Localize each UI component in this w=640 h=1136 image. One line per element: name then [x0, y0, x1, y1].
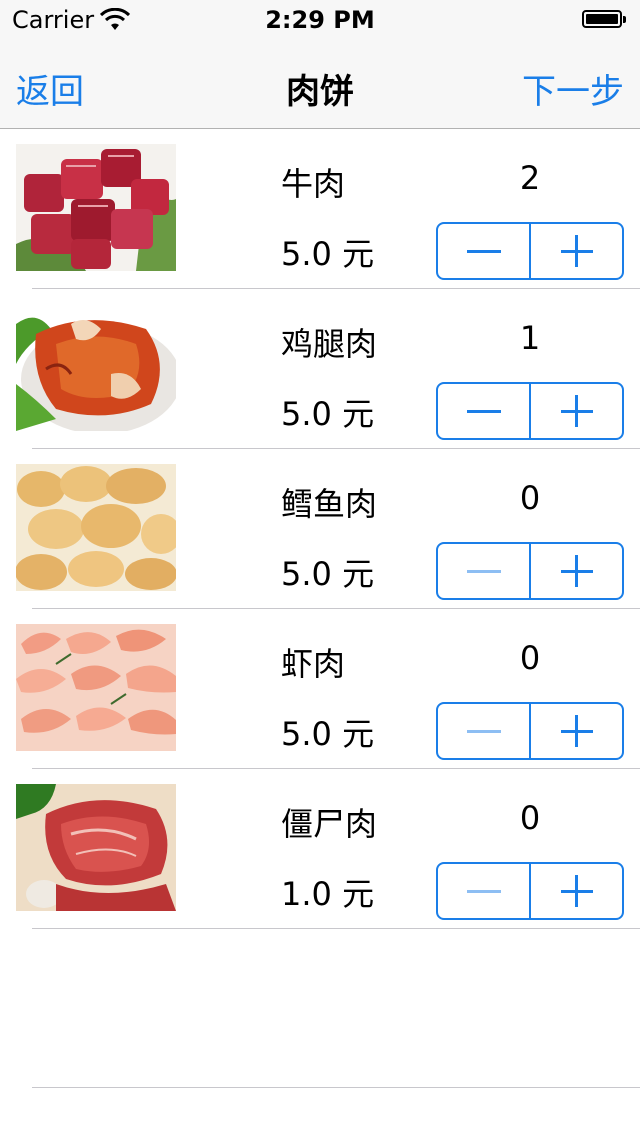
quantity-stepper [436, 862, 624, 920]
chicken-leg-image [16, 304, 176, 431]
increment-button[interactable] [531, 384, 622, 438]
item-price: 5.0 元 [281, 235, 375, 273]
increment-button[interactable] [531, 544, 622, 598]
fried-cod-image [16, 464, 176, 591]
minus-icon [466, 249, 501, 253]
list-item: 虾肉 0 5.0 元 [0, 609, 640, 769]
quantity-stepper [436, 222, 624, 280]
decrement-button[interactable] [438, 544, 529, 598]
empty-row-separator [32, 1087, 640, 1088]
decrement-button[interactable] [438, 384, 529, 438]
shrimp-image [16, 624, 176, 751]
item-name: 鳕鱼肉 [281, 485, 378, 523]
item-quantity: 0 [519, 479, 541, 517]
quantity-stepper [436, 542, 624, 600]
decrement-button[interactable] [438, 864, 529, 918]
decrement-button[interactable] [438, 224, 529, 278]
minus-icon [466, 729, 501, 733]
item-price: 5.0 元 [281, 715, 375, 753]
item-price: 5.0 元 [281, 555, 375, 593]
item-name: 牛肉 [281, 165, 346, 203]
decrement-button[interactable] [438, 704, 529, 758]
minus-icon [466, 409, 501, 413]
sliced-meat-image [16, 784, 176, 911]
list-item: 鸡腿肉 1 5.0 元 [0, 289, 640, 449]
item-price: 5.0 元 [281, 395, 375, 433]
item-quantity: 2 [519, 159, 541, 197]
status-bar: Carrier 2:29 PM [0, 0, 640, 40]
navigation-bar: 返回 肉饼 下一步 [0, 40, 640, 129]
beef-cubes-image [16, 144, 176, 271]
item-quantity: 0 [519, 799, 541, 837]
minus-icon [466, 889, 501, 893]
item-price: 1.0 元 [281, 875, 375, 913]
minus-icon [466, 569, 501, 573]
increment-button[interactable] [531, 864, 622, 918]
increment-button[interactable] [531, 704, 622, 758]
list-item: 牛肉 2 5.0 元 [0, 129, 640, 289]
item-name: 僵尸肉 [281, 805, 378, 843]
list-item: 鳕鱼肉 0 5.0 元 [0, 449, 640, 609]
item-quantity: 1 [519, 319, 541, 357]
list-item: 僵尸肉 0 1.0 元 [0, 769, 640, 929]
increment-button[interactable] [531, 224, 622, 278]
quantity-stepper [436, 382, 624, 440]
next-step-button[interactable]: 下一步 [522, 64, 624, 113]
quantity-stepper [436, 702, 624, 760]
item-name: 鸡腿肉 [281, 325, 378, 363]
status-time: 2:29 PM [265, 6, 375, 34]
battery-icon [582, 10, 628, 30]
item-quantity: 0 [519, 639, 541, 677]
ingredient-list: 牛肉 2 5.0 元 鸡腿肉 1 5.0 元 鳕鱼肉 0 5.0 元 虾肉 0 … [0, 129, 640, 929]
item-name: 虾肉 [281, 645, 346, 683]
